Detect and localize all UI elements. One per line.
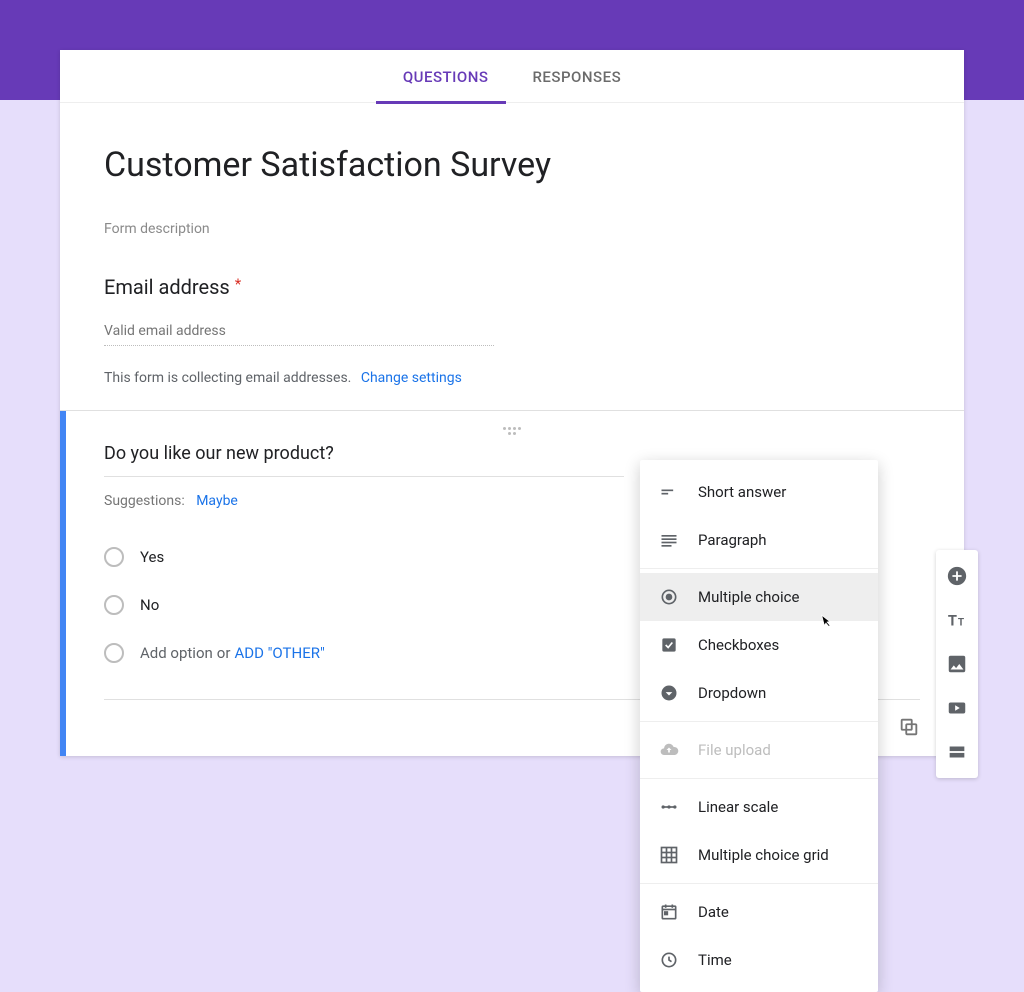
radio-icon xyxy=(104,595,124,615)
option-label[interactable]: No xyxy=(140,596,159,614)
svg-text:T: T xyxy=(958,618,965,629)
radio-icon xyxy=(104,547,124,567)
suggestions-label: Suggestions: xyxy=(104,493,185,509)
type-label: Checkboxes xyxy=(698,636,779,654)
image-icon xyxy=(946,653,968,675)
drag-handle-icon[interactable] xyxy=(502,427,522,435)
collect-note-text: This form is collecting email addresses. xyxy=(104,370,351,386)
title-text-icon: TT xyxy=(946,609,968,631)
add-option[interactable]: Add option xyxy=(140,644,213,662)
email-label: Email address * xyxy=(104,275,920,299)
add-title-button[interactable]: TT xyxy=(936,598,978,642)
side-toolbar: TT xyxy=(936,550,978,778)
change-settings-link[interactable]: Change settings xyxy=(361,370,462,386)
type-multiple-choice-grid[interactable]: Multiple choice grid xyxy=(640,831,878,879)
dropdown-icon xyxy=(658,682,680,704)
suggestion-chip[interactable]: Maybe xyxy=(196,493,238,509)
clock-icon xyxy=(658,949,680,971)
tab-responses[interactable]: RESPONSES xyxy=(510,50,643,102)
linear-scale-icon xyxy=(658,796,680,818)
type-date[interactable]: Date xyxy=(640,888,878,936)
add-question-button[interactable] xyxy=(936,554,978,598)
checkbox-icon xyxy=(658,634,680,656)
menu-separator xyxy=(640,721,878,722)
type-label: Multiple choice grid xyxy=(698,846,829,864)
plus-circle-icon xyxy=(946,565,968,587)
calendar-icon xyxy=(658,901,680,923)
menu-separator xyxy=(640,883,878,884)
radio-icon xyxy=(104,643,124,663)
menu-separator xyxy=(640,778,878,779)
tab-questions[interactable]: QUESTIONS xyxy=(381,50,511,102)
email-label-text: Email address xyxy=(104,275,230,299)
selection-indicator xyxy=(60,411,66,756)
type-paragraph[interactable]: Paragraph xyxy=(640,516,878,564)
type-label: Time xyxy=(698,951,732,969)
type-label: Short answer xyxy=(698,483,786,501)
type-label: File upload xyxy=(698,741,771,759)
email-input[interactable] xyxy=(104,317,494,346)
add-other-link[interactable]: ADD "OTHER" xyxy=(234,644,324,662)
svg-text:T: T xyxy=(948,612,957,630)
menu-separator xyxy=(640,568,878,569)
radio-button-icon xyxy=(658,586,680,608)
add-video-button[interactable] xyxy=(936,686,978,730)
add-section-button[interactable] xyxy=(936,730,978,774)
short-answer-icon xyxy=(658,481,680,503)
tabs: QUESTIONS RESPONSES xyxy=(60,50,964,103)
email-block: Email address * This form is collecting … xyxy=(60,275,964,410)
grid-icon xyxy=(658,844,680,866)
type-linear-scale[interactable]: Linear scale xyxy=(640,783,878,831)
question-type-dropdown: Short answer Paragraph Multiple choice C… xyxy=(640,460,878,992)
question-title-input[interactable]: Do you like our new product? xyxy=(104,443,624,477)
option-label[interactable]: Yes xyxy=(140,548,164,566)
type-label: Date xyxy=(698,903,729,921)
cloud-upload-icon xyxy=(658,739,680,761)
type-label: Paragraph xyxy=(698,531,767,549)
type-label: Dropdown xyxy=(698,684,766,702)
form-header: Customer Satisfaction Survey Form descri… xyxy=(60,103,964,261)
email-collect-note: This form is collecting email addresses.… xyxy=(104,370,920,386)
type-short-answer[interactable]: Short answer xyxy=(640,468,878,516)
form-description[interactable]: Form description xyxy=(104,221,920,237)
type-file-upload: File upload xyxy=(640,726,878,774)
type-checkboxes[interactable]: Checkboxes xyxy=(640,621,878,669)
type-label: Multiple choice xyxy=(698,588,799,606)
type-label: Linear scale xyxy=(698,798,778,816)
required-star: * xyxy=(235,275,241,293)
duplicate-icon[interactable] xyxy=(898,716,920,738)
type-dropdown[interactable]: Dropdown xyxy=(640,669,878,717)
section-icon xyxy=(946,741,968,763)
type-time[interactable]: Time xyxy=(640,936,878,984)
or-label: or xyxy=(217,644,231,662)
type-multiple-choice[interactable]: Multiple choice xyxy=(640,573,878,621)
add-image-button[interactable] xyxy=(936,642,978,686)
form-title[interactable]: Customer Satisfaction Survey xyxy=(104,145,920,185)
paragraph-icon xyxy=(658,529,680,551)
tab-underline xyxy=(376,101,506,104)
video-icon xyxy=(946,697,968,719)
